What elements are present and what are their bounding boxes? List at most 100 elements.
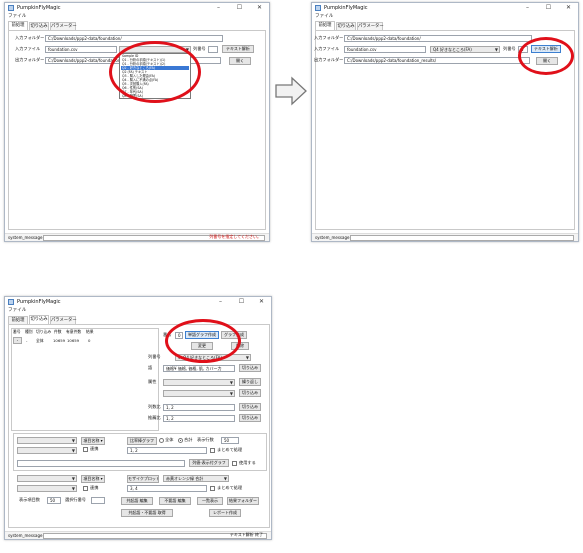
attribute-select-2[interactable]: ▼ xyxy=(163,390,235,397)
list-graph-button[interactable]: 列値-表示付グラフ xyxy=(189,459,229,467)
report-button[interactable]: レポート作成 xyxy=(209,509,241,517)
tab-parameter[interactable]: パラメーター xyxy=(357,22,384,30)
tab-preprocess[interactable]: 前処理 xyxy=(8,21,28,30)
menu-file[interactable]: ファイル xyxy=(8,14,26,20)
cut-button-4[interactable]: 切り込み xyxy=(239,414,261,422)
menu-file[interactable]: ファイル xyxy=(8,308,26,314)
tab-parameter[interactable]: パラメーター xyxy=(50,316,77,324)
input-file-label: 入力ファイル xyxy=(15,46,41,51)
count-ratio-field[interactable]: 1, 2 xyxy=(163,404,235,411)
tab-cut[interactable]: 切り込み xyxy=(29,315,49,324)
maximize-icon[interactable]: ☐ xyxy=(543,3,554,13)
window-step2: PumpkinFlyMagic – ☐ ✕ ファイル 前処理 切り込み パラメー… xyxy=(311,2,579,242)
item-name-label-2: 項目名称 xyxy=(83,476,100,481)
input-folder-field[interactable]: C:/Downloads/ppp2-data/foundation/ xyxy=(45,35,223,42)
chevron-down-icon: ▼ xyxy=(494,47,498,52)
link-label: 連携 xyxy=(90,446,99,451)
input-file-field[interactable]: foundation.csv xyxy=(344,46,426,53)
input-file-field[interactable]: foundation.csv xyxy=(45,46,117,53)
merge-checkbox-1[interactable] xyxy=(210,448,215,453)
ratio-bar-graph-button[interactable]: 比率棒グラフ xyxy=(127,437,157,445)
close-icon[interactable]: ✕ xyxy=(254,3,265,13)
select-row-field[interactable] xyxy=(91,497,105,504)
list-cell: 全体 xyxy=(36,338,44,343)
word-field[interactable]: 価格¥ 価格, 価格, 肌, カバー力 xyxy=(163,365,235,372)
chevron-down-icon: ▼ xyxy=(245,355,249,360)
input-file-label: 入力ファイル xyxy=(314,46,340,51)
use-checkbox[interactable] xyxy=(232,461,237,466)
menu-file[interactable]: ファイル xyxy=(315,14,333,20)
filter-field[interactable] xyxy=(17,460,185,467)
minimize-icon[interactable]: – xyxy=(215,297,226,307)
status-label: system_message xyxy=(315,235,350,240)
output-folder-field[interactable]: C:/Downloads/ppp2-data/foundation_result… xyxy=(344,57,530,64)
total-radio[interactable] xyxy=(178,438,183,443)
maximize-icon[interactable]: ☐ xyxy=(236,297,247,307)
whole-radio[interactable] xyxy=(159,438,164,443)
attribute-select-1[interactable]: ▼ xyxy=(163,379,235,386)
list-header: 種別 xyxy=(25,329,33,334)
result-folder-button[interactable]: 結果フォルダー xyxy=(227,497,259,505)
mosaic-color-select[interactable]: 赤黄オレンジ緑 合計 ▼ xyxy=(163,475,229,482)
maximize-icon[interactable]: ☐ xyxy=(234,3,245,13)
display-items-label: 表示項目数 xyxy=(19,497,40,502)
input-folder-field[interactable]: C:/Downloads/ppp2-data/foundation/ xyxy=(344,35,532,42)
app-icon xyxy=(315,5,321,11)
item-select-4[interactable]: ▼ xyxy=(17,485,77,492)
item-select-2[interactable]: ▼ xyxy=(17,447,77,454)
merge-checkbox-2[interactable] xyxy=(210,486,215,491)
bar-range-field[interactable]: 1, 2 xyxy=(127,447,207,454)
chevron-down-icon: ▼ xyxy=(229,380,233,385)
cut-button-1[interactable]: 切り込み xyxy=(239,364,261,372)
tab-parameter[interactable]: パラメーター xyxy=(50,22,77,30)
window-step3: PumpkinFlyMagic – ☐ ✕ ファイル 前処理 切り込み パラメー… xyxy=(4,296,272,540)
recommend-ratio-field[interactable]: 1, 2 xyxy=(163,415,235,422)
item-select-3[interactable]: ▼ xyxy=(17,475,77,482)
repeat-button[interactable]: 繰り返し xyxy=(239,378,261,386)
merge-label-2: まとめて処理 xyxy=(217,485,243,490)
window-title: PumpkinFlyMagic xyxy=(324,5,368,11)
results-list[interactable] xyxy=(11,328,159,431)
window-title: PumpkinFlyMagic xyxy=(17,299,61,305)
app-icon xyxy=(8,5,14,11)
text-analysis-button[interactable]: テキスト解析 xyxy=(222,45,254,53)
unneeded-edit-button[interactable]: 不要語 編集 xyxy=(159,497,191,505)
column-select[interactable]: Q4 好きなところ(FA) ▼ xyxy=(430,46,500,53)
item-select-1[interactable]: ▼ xyxy=(17,437,77,444)
chevron-down-icon: ▼ xyxy=(71,448,75,453)
chevron-down-icon: ▼ xyxy=(223,476,227,481)
link-checkbox-2[interactable] xyxy=(83,486,88,491)
open-button[interactable]: 開く xyxy=(229,57,251,65)
tab-cut[interactable]: 切り込み xyxy=(29,22,49,30)
list-header: 番号 xyxy=(13,329,21,334)
column-number-field[interactable] xyxy=(208,46,218,53)
cut-button-3[interactable]: 切り込み xyxy=(239,403,261,411)
item-name-button-2[interactable]: 項目名称 ▾ xyxy=(81,475,105,483)
close-icon[interactable]: ✕ xyxy=(256,297,267,307)
list-header: 件数 xyxy=(54,329,62,334)
title-bar: PumpkinFlyMagic – ☐ ✕ xyxy=(5,3,269,14)
output-folder-label: 出力フォルダー xyxy=(314,57,344,62)
link-checkbox[interactable] xyxy=(83,447,88,452)
mosaic-range-field[interactable]: 3, 4 xyxy=(127,485,207,492)
display-items-field[interactable]: 50 xyxy=(47,497,61,504)
column-number-label: 列番号 xyxy=(503,46,516,51)
tab-preprocess[interactable]: 前処理 xyxy=(8,316,28,324)
mosaic-plot-button[interactable]: モザイクプロット xyxy=(127,475,159,483)
minimize-icon[interactable]: – xyxy=(213,3,224,13)
list-header: 結果 xyxy=(86,329,94,334)
list-cell[interactable]: - xyxy=(13,337,22,344)
tab-cut[interactable]: 切り込み xyxy=(336,22,356,30)
list-cell: 0 xyxy=(88,338,91,343)
cooccurrence-edit-button[interactable]: 共起語 編集 xyxy=(121,497,153,505)
close-icon[interactable]: ✕ xyxy=(563,3,574,13)
chevron-down-icon: ▼ xyxy=(229,391,233,396)
cut-button-2[interactable]: 切り込み xyxy=(239,389,261,397)
item-name-button[interactable]: 項目名称 ▾ xyxy=(81,437,105,445)
bulk-display-button[interactable]: 一覧表示 xyxy=(197,497,223,505)
display-rows-field[interactable]: 50 xyxy=(221,437,239,444)
total-label: 合計 xyxy=(184,437,193,442)
cooc-unneeded-get-button[interactable]: 共起語・不要語 取得 xyxy=(121,509,173,517)
minimize-icon[interactable]: – xyxy=(522,3,533,13)
tab-preprocess[interactable]: 前処理 xyxy=(315,21,335,30)
